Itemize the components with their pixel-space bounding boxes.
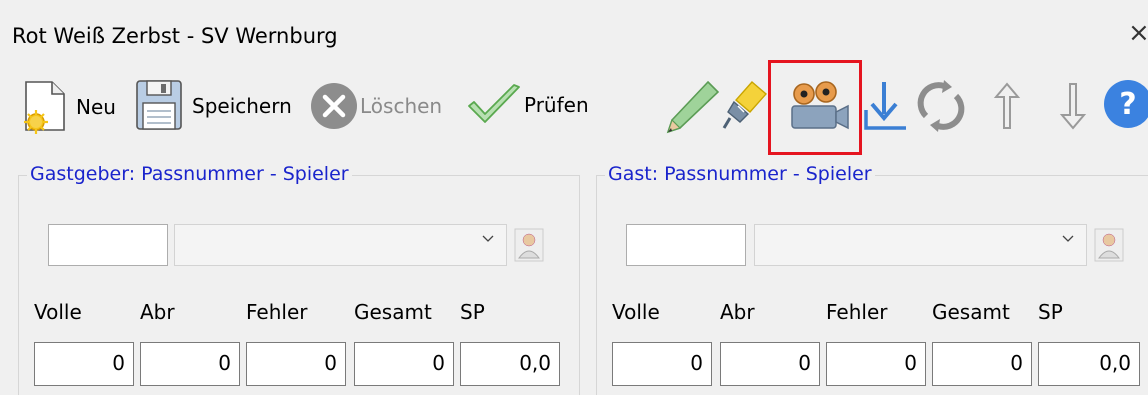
close-button[interactable]: × bbox=[1128, 20, 1148, 46]
camera-highlight-box bbox=[768, 60, 862, 155]
save-disk-icon bbox=[136, 80, 182, 130]
home-col-sp: SP bbox=[460, 300, 485, 324]
home-player-select[interactable] bbox=[174, 224, 507, 266]
help-glyph: ? bbox=[1119, 86, 1137, 122]
new-document-icon bbox=[24, 81, 65, 134]
guest-pass-number-input[interactable] bbox=[626, 224, 746, 266]
guest-col-fehler: Fehler bbox=[826, 300, 888, 324]
guest-gesamt-field[interactable]: 0 bbox=[932, 342, 1032, 386]
home-col-fehler: Fehler bbox=[246, 300, 308, 324]
save-button[interactable]: Speichern bbox=[134, 78, 292, 134]
home-group-title: Gastgeber: Passnummer - Spieler bbox=[27, 163, 352, 185]
check-button-label: Prüfen bbox=[524, 93, 589, 117]
guest-abr-field[interactable]: 0 bbox=[720, 342, 820, 386]
guest-volle-field[interactable]: 0 bbox=[612, 342, 712, 386]
save-button-label: Speichern bbox=[192, 94, 292, 118]
new-button-label: Neu bbox=[76, 95, 116, 119]
toolbar: Neu Speichern Löschen Prüfen ? bbox=[0, 76, 1148, 136]
check-button[interactable]: Prüfen bbox=[466, 82, 589, 128]
pencil-icon[interactable] bbox=[662, 78, 722, 134]
chevron-down-icon bbox=[1062, 235, 1074, 242]
home-volle-field[interactable]: 0 bbox=[34, 342, 134, 386]
home-sp-field[interactable]: 0,0 bbox=[460, 342, 560, 386]
home-col-volle: Volle bbox=[34, 300, 82, 324]
guest-col-gesamt: Gesamt bbox=[932, 300, 1010, 324]
guest-col-abr: Abr bbox=[720, 300, 755, 324]
delete-button[interactable]: Löschen bbox=[308, 80, 442, 132]
person-icon[interactable] bbox=[514, 228, 544, 262]
arrow-down-icon[interactable] bbox=[1056, 80, 1090, 132]
check-icon bbox=[468, 84, 520, 123]
person-icon[interactable] bbox=[1094, 228, 1124, 262]
refresh-icon[interactable] bbox=[914, 80, 970, 132]
guest-sp-field[interactable]: 0,0 bbox=[1038, 342, 1140, 386]
plug-icon[interactable] bbox=[722, 78, 772, 134]
home-fehler-field[interactable]: 0 bbox=[246, 342, 346, 386]
home-gesamt-field[interactable]: 0 bbox=[354, 342, 454, 386]
delete-circle-icon bbox=[311, 83, 357, 129]
window-title: Rot Weiß Zerbst - SV Wernburg bbox=[12, 24, 338, 48]
help-icon[interactable]: ? bbox=[1104, 80, 1148, 128]
title-bar: Rot Weiß Zerbst - SV Wernburg × bbox=[0, 0, 1148, 76]
guest-group-title: Gast: Passnummer - Spieler bbox=[605, 163, 875, 185]
new-button[interactable]: Neu bbox=[22, 80, 116, 134]
guest-fehler-field[interactable]: 0 bbox=[826, 342, 926, 386]
home-col-gesamt: Gesamt bbox=[354, 300, 432, 324]
chevron-down-icon bbox=[482, 235, 494, 242]
guest-col-sp: SP bbox=[1038, 300, 1063, 324]
download-arrow-icon[interactable] bbox=[862, 80, 910, 132]
home-abr-field[interactable]: 0 bbox=[140, 342, 240, 386]
home-pass-number-input[interactable] bbox=[48, 224, 168, 266]
guest-col-volle: Volle bbox=[612, 300, 660, 324]
guest-player-select[interactable] bbox=[754, 224, 1087, 266]
delete-button-label: Löschen bbox=[360, 94, 443, 118]
arrow-up-icon[interactable] bbox=[990, 80, 1024, 132]
home-col-abr: Abr bbox=[140, 300, 175, 324]
